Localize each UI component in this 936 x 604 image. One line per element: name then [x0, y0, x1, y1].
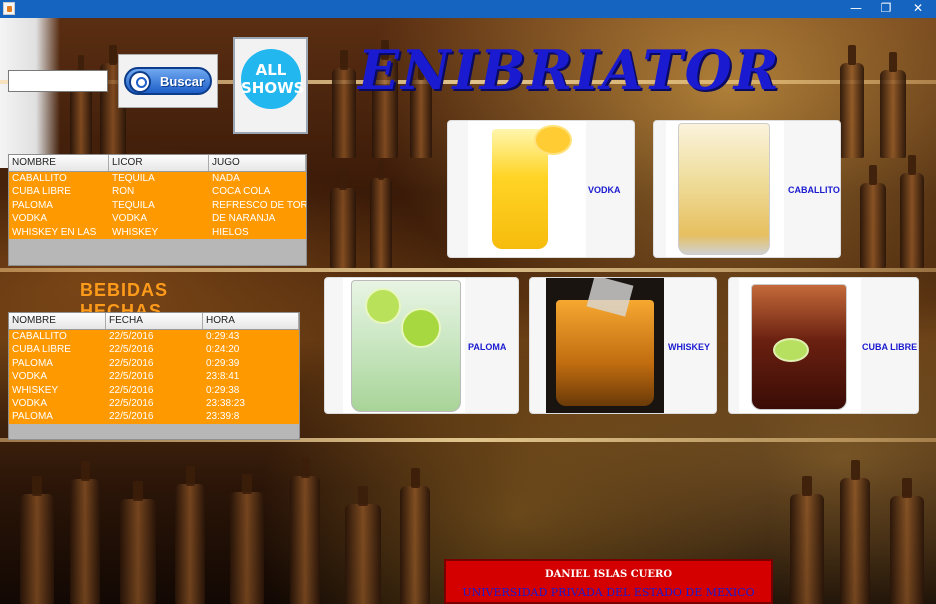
table-row[interactable]: PALOMA 22/5/2016 0:29:39: [9, 357, 299, 370]
table-cell: TEQUILA: [112, 173, 155, 184]
table-cell: NADA: [212, 173, 240, 184]
table-row[interactable]: WHISKEY 22/5/2016 0:29:38: [9, 384, 299, 397]
university-name: UNIVERSIDAD PRIVADA DEL ESTADO DE MEXICO: [462, 586, 755, 599]
table-cell: 0:29:38: [206, 384, 240, 396]
table-cell: REFRESCO DE TOR: [212, 199, 306, 211]
drink-label-paloma: PALOMA: [468, 342, 507, 352]
table-cell: 23:8:41: [206, 371, 240, 383]
drink-label-caballito: CABALLITO: [788, 185, 840, 195]
column-header[interactable]: JUGO: [209, 155, 306, 171]
paloma-image: [343, 278, 465, 413]
table-cell: 0:24:20: [206, 344, 240, 356]
vodka-image: [468, 121, 586, 257]
table-cell: 22/5/2016: [109, 344, 154, 356]
credits-panel: DANIEL ISLAS CUERO UNIVERSIDAD PRIVADA D…: [444, 559, 773, 604]
column-header[interactable]: FECHA: [106, 313, 203, 329]
table-cell: 23:38:23: [206, 397, 245, 409]
table-cell: TEQUILA: [112, 199, 155, 211]
table-cell: 22/5/2016: [109, 357, 154, 369]
table-row[interactable]: VODKA 22/5/2016 23:38:23: [9, 397, 299, 410]
table-cell: VODKA: [12, 371, 48, 383]
search-input[interactable]: [8, 70, 108, 92]
caballito-image: [666, 121, 784, 257]
drink-card-whiskey[interactable]: WHISKEY: [529, 277, 717, 414]
table-row[interactable]: WHISKEY EN LAS WHISKEY HIELOS: [9, 226, 306, 239]
table-row[interactable]: PALOMA 22/5/2016 23:39:8: [9, 410, 299, 423]
search-button-label: Buscar: [160, 74, 205, 89]
column-header[interactable]: LICOR: [109, 155, 209, 171]
table-cell: DE NARANJA: [212, 213, 276, 225]
close-icon[interactable]: ✕: [903, 0, 933, 18]
search-button[interactable]: Buscar: [118, 54, 218, 108]
table-cell: 22/5/2016: [109, 331, 154, 342]
table-row[interactable]: PALOMA TEQUILA REFRESCO DE TOR: [9, 199, 306, 212]
table-cell: CABALLITO: [12, 331, 67, 342]
table-cell: CUBA LIBRE: [12, 344, 71, 356]
table-cell: PALOMA: [12, 199, 53, 211]
table-cell: PALOMA: [12, 357, 53, 369]
minimize-icon[interactable]: —: [841, 0, 871, 18]
table-cell: COCA COLA: [212, 186, 271, 198]
table-header: NOMBRE FECHA HORA: [9, 313, 299, 330]
all-shows-line2: SHOWS: [241, 79, 305, 97]
drink-card-cuba-libre[interactable]: CUBA LIBRE: [728, 277, 919, 414]
table-row[interactable]: CUBA LIBRE 22/5/2016 0:24:20: [9, 343, 299, 356]
drink-card-paloma[interactable]: PALOMA: [324, 277, 519, 414]
table-cell: 23:39:8: [206, 411, 240, 423]
table-header: NOMBRE LICOR JUGO: [9, 155, 306, 172]
table-row[interactable]: VODKA VODKA DE NARANJA: [9, 212, 306, 225]
app-title: ENIBRIATOR: [358, 38, 781, 102]
search-icon: [129, 71, 151, 93]
table-row[interactable]: CABALLITO 22/5/2016 0:29:43: [9, 330, 299, 343]
app-icon: [3, 2, 15, 15]
made-drinks-table[interactable]: NOMBRE FECHA HORA CABALLITO 22/5/2016 0:…: [8, 312, 300, 440]
drink-card-vodka[interactable]: VODKA: [447, 120, 635, 258]
table-row[interactable]: CABALLITO TEQUILA NADA: [9, 172, 306, 185]
column-header[interactable]: HORA: [203, 313, 299, 329]
whiskey-image: [546, 278, 664, 413]
column-header[interactable]: NOMBRE: [9, 313, 106, 329]
table-row[interactable]: CUBA LIBRE RON COCA COLA: [9, 185, 306, 198]
table-cell: 22/5/2016: [109, 397, 154, 409]
table-cell: 0:29:39: [206, 357, 240, 369]
table-cell: VODKA: [12, 213, 48, 225]
author-name: DANIEL ISLAS CUERO: [544, 569, 673, 580]
drink-label-vodka: VODKA: [588, 185, 621, 195]
table-cell: 0:29:43: [206, 331, 240, 342]
table-cell: 22/5/2016: [109, 371, 154, 383]
table-row[interactable]: VODKA 22/5/2016 23:8:41: [9, 370, 299, 383]
all-shows-button[interactable]: ALL SHOWS: [233, 37, 308, 134]
table-cell: VODKA: [12, 397, 48, 409]
table-cell: CUBA LIBRE: [12, 186, 71, 198]
drink-card-caballito[interactable]: CABALLITO: [653, 120, 841, 258]
all-shows-icon: ALL SHOWS: [241, 49, 305, 109]
table-cell: WHISKEY EN LAS: [12, 226, 97, 238]
drink-label-cuba-libre: CUBA LIBRE: [862, 342, 918, 352]
table-cell: WHISKEY: [112, 226, 159, 238]
recipes-table[interactable]: NOMBRE LICOR JUGO CABALLITO TEQUILA NADA…: [8, 154, 307, 266]
table-cell: WHISKEY: [12, 384, 59, 396]
drink-label-whiskey: WHISKEY: [668, 342, 711, 352]
table-cell: VODKA: [112, 213, 148, 225]
table-cell: HIELOS: [212, 226, 249, 238]
column-header[interactable]: NOMBRE: [9, 155, 109, 171]
table-cell: 22/5/2016: [109, 411, 154, 423]
table-cell: 22/5/2016: [109, 384, 154, 396]
cuba-libre-image: [739, 278, 861, 413]
all-shows-line1: ALL: [255, 61, 287, 79]
table-cell: PALOMA: [12, 411, 53, 423]
table-cell: CABALLITO: [12, 173, 67, 184]
window-titlebar: — ❐ ✕: [0, 0, 936, 18]
table-cell: RON: [112, 186, 135, 198]
restore-icon[interactable]: ❐: [871, 0, 901, 18]
